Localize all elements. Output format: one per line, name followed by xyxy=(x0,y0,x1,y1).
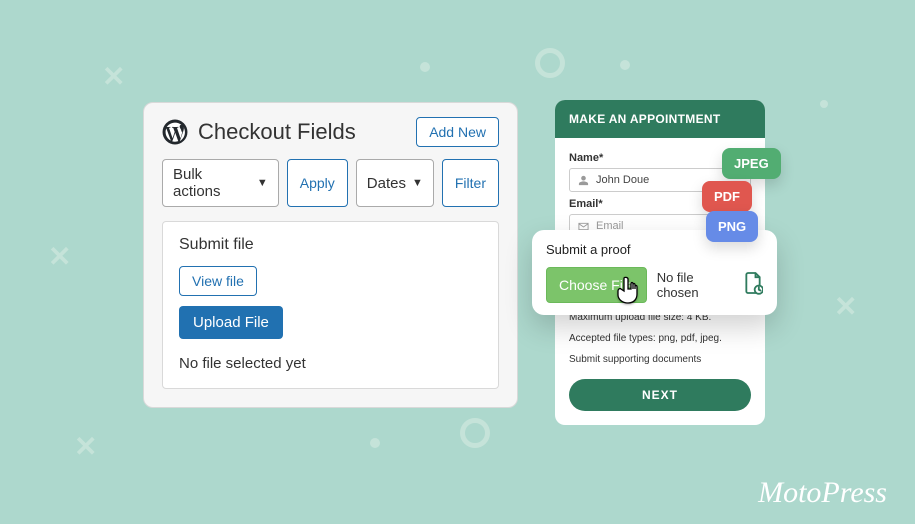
user-icon xyxy=(578,175,590,186)
deco-dot xyxy=(420,62,430,72)
apply-button[interactable]: Apply xyxy=(287,159,348,207)
bulk-actions-select[interactable]: Bulk actions ▼ xyxy=(162,159,279,207)
view-file-button[interactable]: View file xyxy=(179,266,257,296)
help-file-types: Accepted file types: png, pdf, jpeg. xyxy=(569,331,751,346)
checkout-fields-panel: Checkout Fields Add New Bulk actions ▼ A… xyxy=(143,102,518,408)
page-title: Checkout Fields xyxy=(198,119,356,145)
deco-dot xyxy=(820,100,828,108)
dates-select[interactable]: Dates ▼ xyxy=(356,159,434,207)
deco-plus: ✕ xyxy=(74,430,97,463)
chevron-down-icon: ▼ xyxy=(257,177,268,189)
document-icon xyxy=(743,271,763,300)
file-status: No file chosen xyxy=(657,270,733,300)
deco-ring xyxy=(460,418,490,448)
proof-row: Choose File No file chosen xyxy=(546,267,763,303)
bulk-actions-label: Bulk actions xyxy=(173,166,251,200)
appointment-header: MAKE AN APPOINTMENT xyxy=(555,100,765,138)
card-title: Submit file xyxy=(179,236,482,254)
add-new-button[interactable]: Add New xyxy=(416,117,499,147)
proof-title: Submit a proof xyxy=(546,242,763,257)
chevron-down-icon: ▼ xyxy=(412,177,423,189)
file-type-pdf: PDF xyxy=(702,181,752,212)
submit-file-card: Submit file View file Upload File No fil… xyxy=(162,221,499,389)
dates-label: Dates xyxy=(367,175,406,192)
next-button[interactable]: NEXT xyxy=(569,379,751,411)
deco-plus: ✕ xyxy=(48,240,71,273)
toolbar: Bulk actions ▼ Apply Dates ▼ Filter xyxy=(162,159,499,207)
file-type-png: PNG xyxy=(706,211,758,242)
deco-plus: ✕ xyxy=(834,290,857,323)
upload-file-button[interactable]: Upload File xyxy=(179,306,283,339)
deco-plus: ✕ xyxy=(102,60,125,93)
panel-header: Checkout Fields Add New xyxy=(162,117,499,147)
deco-dot xyxy=(370,438,380,448)
deco-dot xyxy=(620,60,630,70)
help-docs: Submit supporting documents xyxy=(569,352,751,367)
submit-proof-card: Submit a proof Choose File No file chose… xyxy=(532,230,777,315)
brand-logo: MotoPress xyxy=(758,476,887,510)
wordpress-icon xyxy=(162,119,188,145)
panel-title-wrap: Checkout Fields xyxy=(162,119,356,145)
cursor-icon xyxy=(615,275,641,305)
deco-ring xyxy=(535,48,565,78)
name-value: John Doue xyxy=(596,174,649,186)
filter-button[interactable]: Filter xyxy=(442,159,499,207)
no-file-text: No file selected yet xyxy=(179,355,482,372)
file-type-jpeg: JPEG xyxy=(722,148,781,179)
